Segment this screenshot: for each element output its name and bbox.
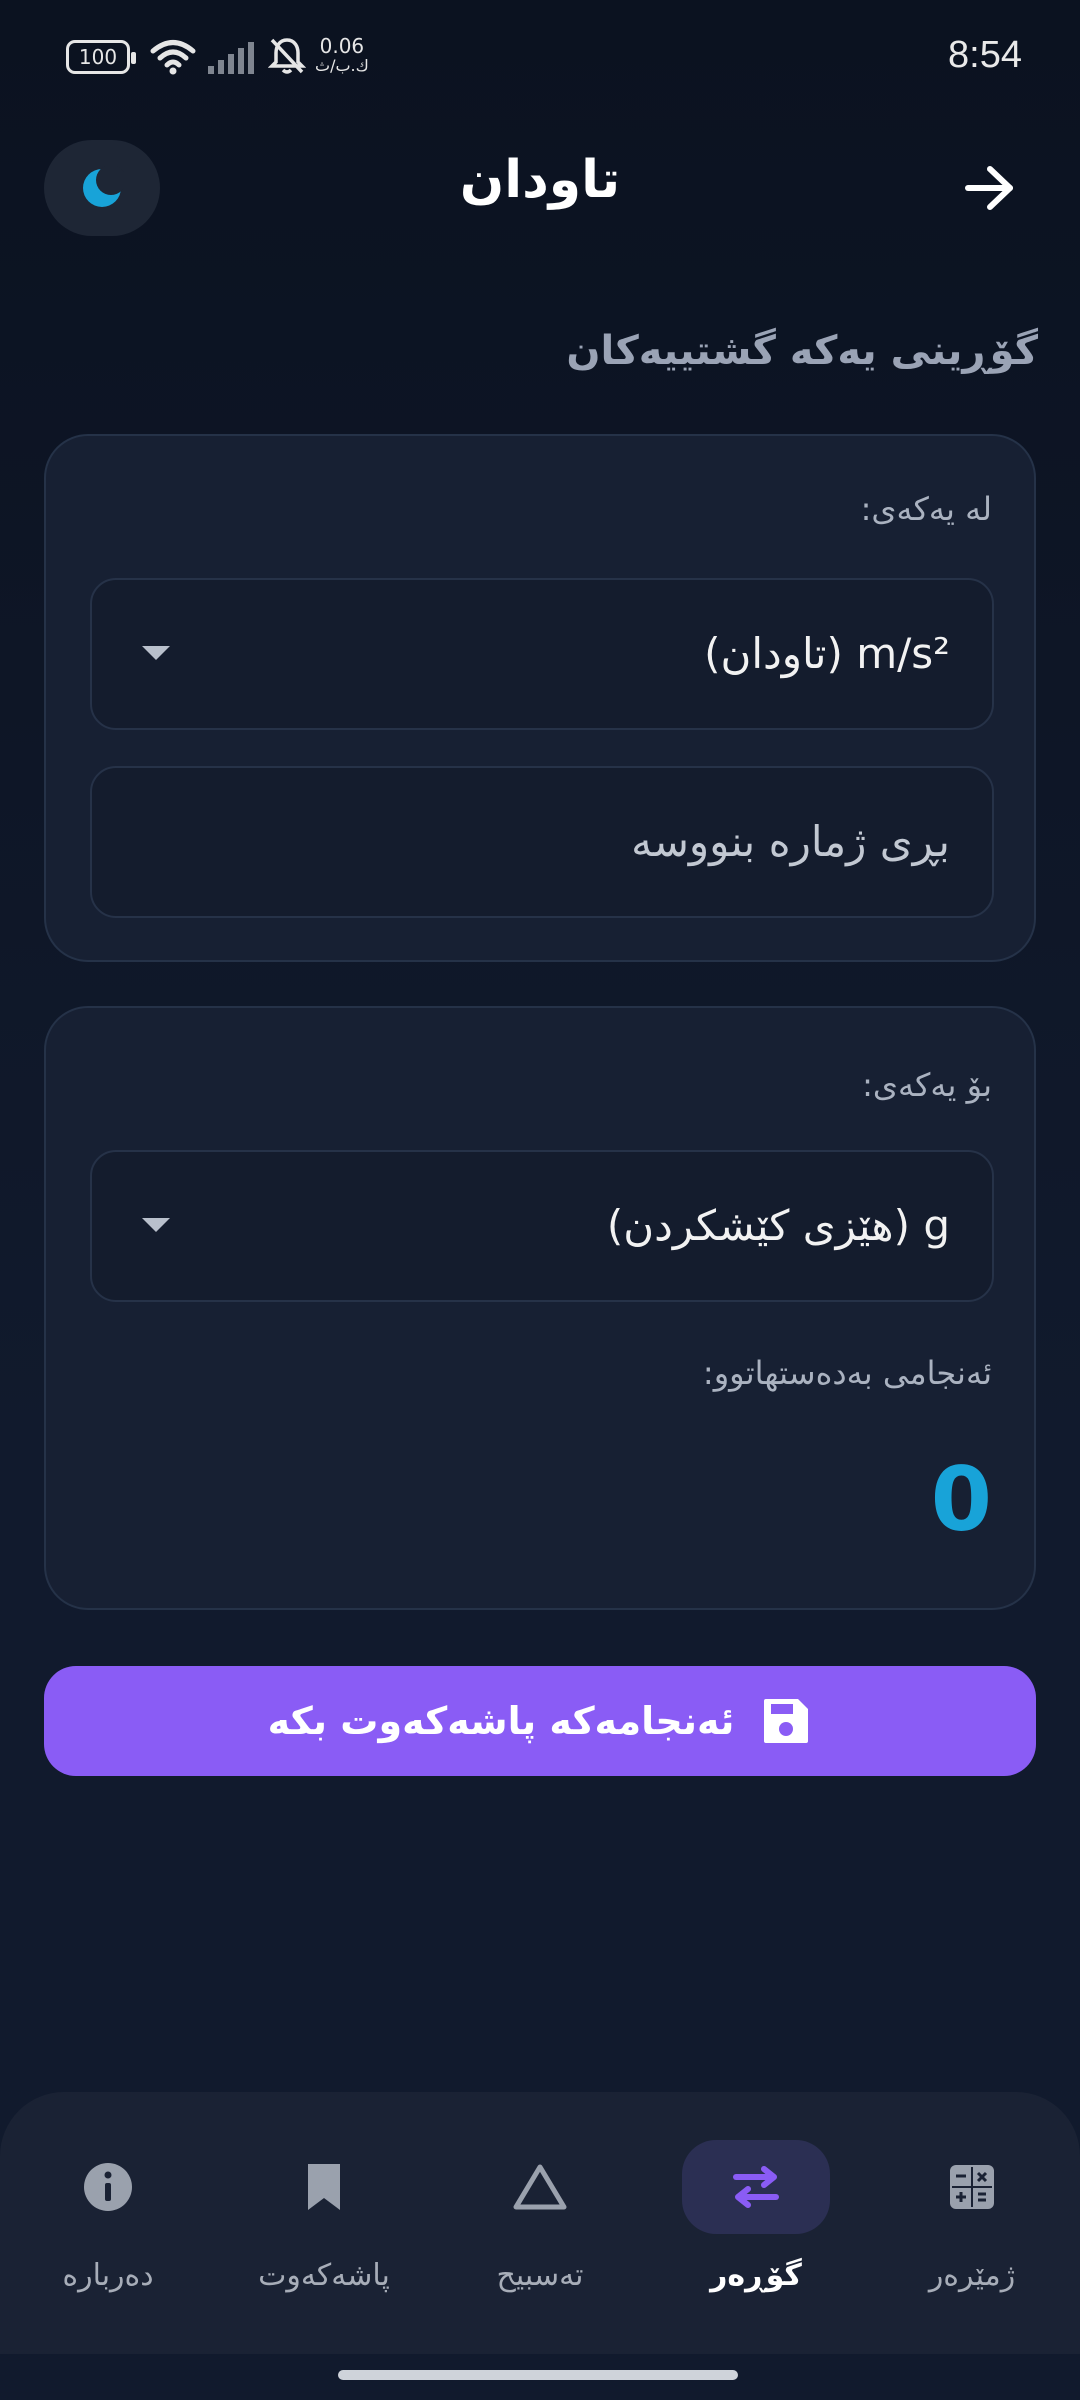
signal-icon — [208, 42, 254, 74]
amount-input[interactable]: بڕی ژمارە بنووسە — [90, 766, 994, 918]
arrow-right-icon — [965, 166, 1013, 210]
to-unit-card: بۆ یەکەی: g (هێزی کێشکردن) ئەنجامی بەدەس… — [44, 1006, 1036, 1610]
from-unit-card: لە یەکەی: m/s² (تاودان) بڕی ژمارە بنووسە — [44, 434, 1036, 962]
save-result-label: ئەنجامەکە پاشەکەوت بکە — [267, 1699, 735, 1743]
nav-item-tasbih-label: تەسبیح — [496, 2258, 584, 2293]
triangle-icon — [513, 2164, 567, 2210]
nav-item-about[interactable]: دەربارە — [8, 2140, 208, 2320]
to-unit-select[interactable]: g (هێزی کێشکردن) — [90, 1150, 994, 1302]
battery-icon: 100 — [66, 40, 136, 74]
info-icon — [84, 2163, 132, 2211]
bottom-nav: دەربارە پاشەکەوت تەسبیح گۆڕەر ژمێرەر — [0, 2092, 1080, 2354]
back-button[interactable] — [950, 156, 1030, 220]
nav-item-converter[interactable]: گۆڕەر — [656, 2140, 856, 2320]
nav-item-about-label: دەربارە — [62, 2258, 154, 2293]
chevron-down-icon — [142, 1218, 170, 1232]
nav-item-tasbih[interactable]: تەسبیح — [440, 2140, 640, 2320]
net-speed: 0.06 ك.ب/ث — [315, 36, 369, 76]
home-indicator[interactable] — [338, 2370, 738, 2380]
wifi-icon — [150, 40, 196, 75]
page-title: تاودان — [459, 150, 621, 210]
calculator-icon — [950, 2165, 994, 2209]
save-result-button[interactable]: ئەنجامەکە پاشەکەوت بکە — [44, 1666, 1036, 1776]
nav-item-saved-label: پاشەکەوت — [258, 2258, 390, 2293]
bookmark-icon — [308, 2164, 340, 2210]
nav-item-converter-label: گۆڕەر — [710, 2258, 802, 2293]
status-bar: 100 0.06 ك.ب/ث 8:54 — [0, 0, 1080, 120]
swap-arrows-icon — [733, 2166, 779, 2208]
section-title: گۆڕینی یەکە گشتییەکان — [566, 328, 1038, 374]
result-label: ئەنجامی بەدەستهاتوو: — [702, 1354, 992, 1392]
muted-bell-icon — [268, 38, 306, 74]
nav-item-saved[interactable]: پاشەکەوت — [224, 2140, 424, 2320]
from-unit-select[interactable]: m/s² (تاودان) — [90, 578, 994, 730]
to-unit-label: بۆ یەکەی: — [862, 1066, 992, 1104]
net-speed-value: 0.06 — [319, 34, 365, 58]
from-unit-value: m/s² (تاودان) — [704, 629, 950, 678]
battery-level: 100 — [78, 45, 118, 69]
nav-item-calculator[interactable]: ژمێرەر — [872, 2140, 1072, 2320]
from-unit-label: لە یەکەی: — [860, 490, 992, 528]
nav-item-calculator-label: ژمێرەر — [928, 2258, 1016, 2293]
chevron-down-icon — [142, 646, 170, 660]
result-value: 0 — [930, 1448, 992, 1551]
net-speed-unit: ك.ب/ث — [315, 56, 369, 75]
to-unit-value: g (هێزی کێشکردن) — [606, 1201, 950, 1250]
clock: 8:54 — [948, 34, 1022, 76]
floppy-disk-icon — [764, 1699, 809, 1743]
